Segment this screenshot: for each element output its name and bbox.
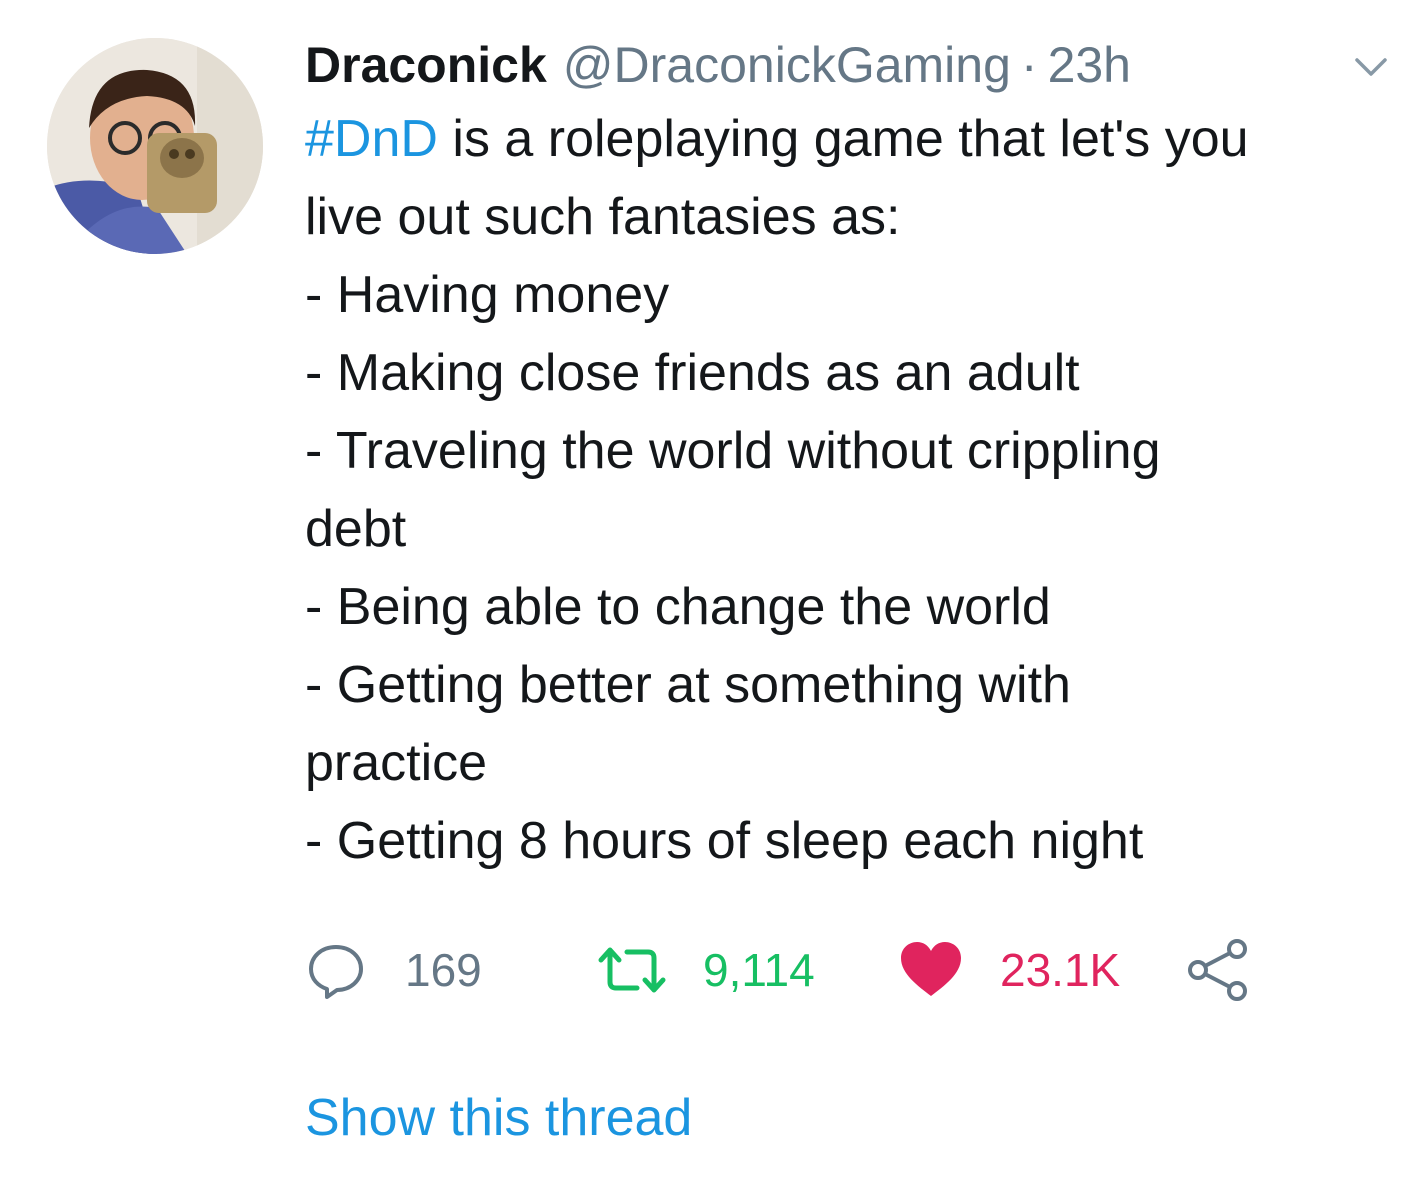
heart-icon: [901, 942, 961, 996]
tweet: Draconick @DraconickGaming · 23h #DnD is…: [0, 0, 1406, 1195]
hashtag-link[interactable]: #DnD: [305, 110, 438, 168]
tweet-line: #DnD is a roleplaying game that let's yo…: [305, 100, 1395, 178]
tweet-line: practice: [305, 734, 488, 792]
tweet-line: - Getting 8 hours of sleep each night: [305, 812, 1144, 870]
tweet-header: Draconick @DraconickGaming · 23h: [305, 30, 1395, 100]
tweet-line: - Traveling the world without crippling: [305, 422, 1161, 480]
author-name[interactable]: Draconick: [305, 30, 547, 100]
tweet-content: Draconick @DraconickGaming · 23h #DnD is…: [305, 30, 1395, 1147]
avatar[interactable]: [47, 38, 263, 254]
tweet-line: - Being able to change the world: [305, 578, 1051, 636]
tweet-line: debt: [305, 500, 407, 558]
share-icon: [1188, 939, 1247, 1001]
share-button[interactable]: [1185, 935, 1251, 1005]
avatar-image: [47, 38, 263, 254]
like-count: 23.1K: [1000, 944, 1121, 996]
header-separator: ·: [1020, 37, 1038, 93]
tweet-text: #DnD is a roleplaying game that let's yo…: [305, 100, 1395, 880]
reply-count: 169: [405, 944, 482, 996]
speech-bubble-icon: [309, 945, 363, 999]
reply-button[interactable]: 169: [305, 935, 482, 1005]
retweet-arrows-icon: [598, 947, 666, 993]
tweet-timestamp[interactable]: 23h: [1048, 30, 1131, 100]
tweet-line: - Making close friends as an adult: [305, 344, 1080, 402]
author-handle[interactable]: @DraconickGaming: [563, 30, 1011, 100]
retweet-count: 9,114: [703, 944, 815, 996]
like-button[interactable]: 23.1K: [898, 935, 1120, 1005]
retweet-button[interactable]: 9,114: [593, 935, 815, 1005]
tweet-line: - Having money: [305, 266, 670, 324]
tweet-line: - Getting better at something with: [305, 656, 1071, 714]
tweet-line: live out such fantasies as:: [305, 188, 901, 246]
tweet-line-text: is a roleplaying game that let's you: [437, 110, 1249, 168]
tweet-actions: 169 9,114 23.1K: [305, 935, 1305, 1005]
chevron-down-icon[interactable]: [1354, 56, 1388, 78]
show-thread-link[interactable]: Show this thread: [305, 1079, 692, 1157]
